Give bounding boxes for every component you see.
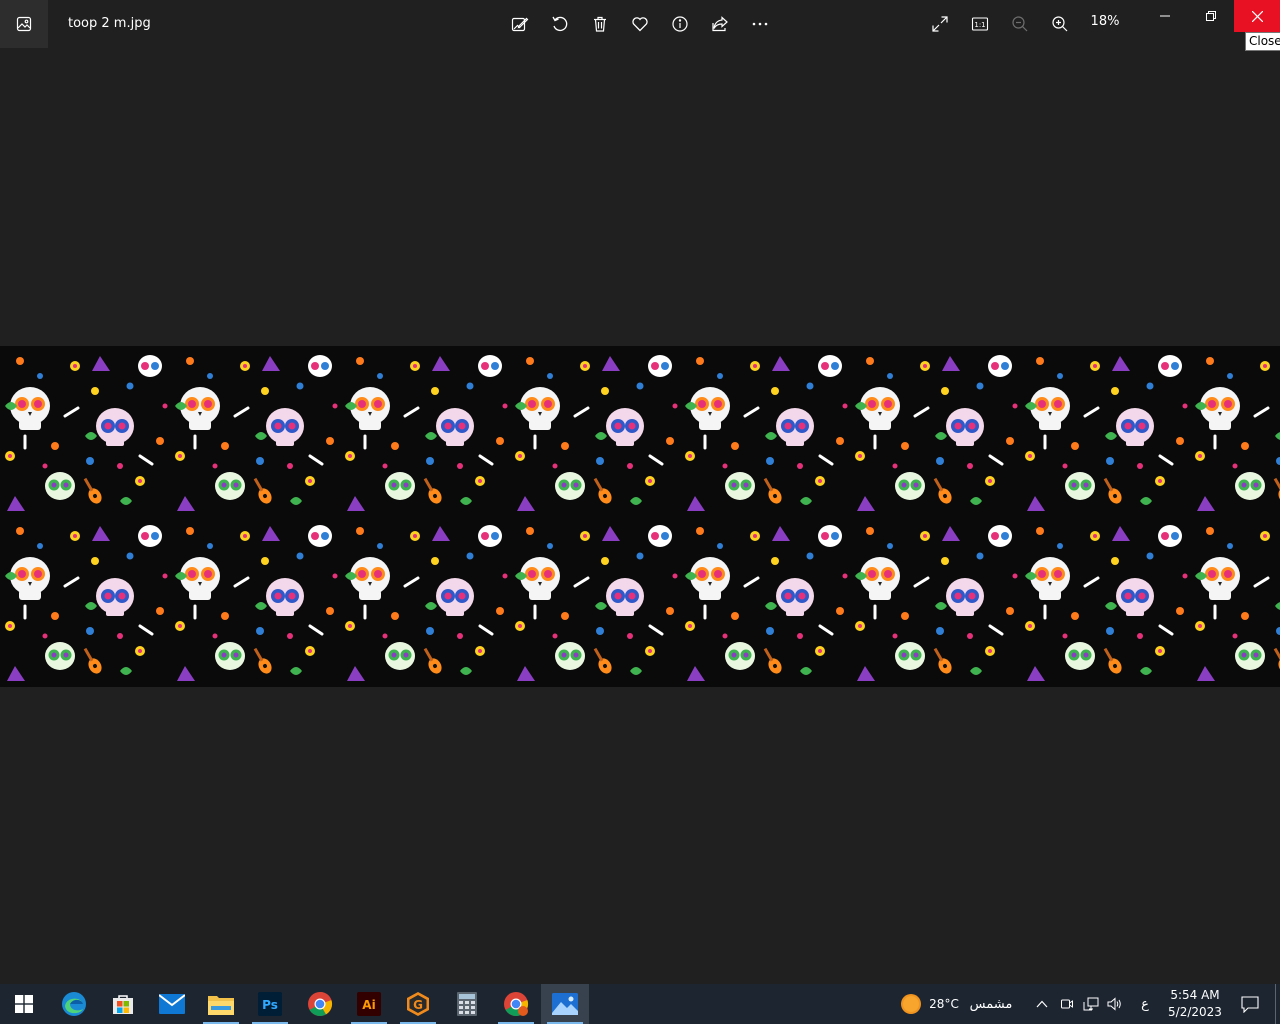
clock-date: 5/2/2023 [1168, 1005, 1222, 1019]
edit-image-icon [511, 17, 529, 32]
fullscreen-button[interactable] [920, 4, 960, 44]
show-desktop-button[interactable] [1275, 984, 1276, 1024]
minimize-icon [1160, 15, 1170, 17]
pattern-fill [0, 346, 1280, 687]
illustrator-glyph: Ai [362, 998, 375, 1012]
info-button[interactable] [660, 4, 700, 44]
photos-app-icon [16, 16, 32, 32]
edit-image-button[interactable] [500, 4, 540, 44]
actual-size-glyph: 1:1 [974, 21, 985, 29]
restore-button[interactable] [1188, 0, 1234, 32]
photos-app-button[interactable] [0, 0, 48, 48]
chrome-icon [308, 991, 333, 1017]
minimize-button[interactable] [1142, 0, 1188, 32]
taskbar-illustrator[interactable]: Ai [345, 984, 393, 1024]
weather-condition[interactable]: مشمس [966, 984, 1016, 1024]
sugar-skull-pattern-image [0, 346, 1280, 687]
displayed-photo[interactable] [0, 346, 1280, 687]
share-button[interactable] [700, 4, 740, 44]
g-app-icon: G [407, 992, 429, 1016]
more-options-button[interactable] [740, 4, 780, 44]
edge-icon [62, 992, 86, 1016]
network-button[interactable] [1080, 984, 1102, 1024]
windows-start-icon [15, 995, 33, 1013]
photoshop-glyph: Ps [262, 998, 278, 1012]
show-hidden-icons-button[interactable] [1030, 984, 1054, 1024]
action-center-button[interactable] [1230, 984, 1270, 1024]
close-button[interactable] [1234, 0, 1280, 32]
sunny-icon [901, 994, 921, 1014]
notification-icon [1241, 995, 1259, 1013]
taskbar-g-app[interactable]: G [394, 984, 442, 1024]
taskbar-store[interactable] [99, 984, 147, 1024]
store-icon [113, 995, 133, 1014]
photoshop-icon: Ps [258, 992, 282, 1016]
actual-size-icon: 1:1 [971, 17, 989, 31]
delete-button[interactable] [580, 4, 620, 44]
illustrator-icon: Ai [357, 992, 381, 1016]
photos-command-bar: toop 2 m.jpg 1:1 18% Close [0, 0, 1280, 51]
actual-size-button[interactable]: 1:1 [960, 4, 1000, 44]
input-language[interactable]: ع [1132, 984, 1158, 1024]
zoom-out-button[interactable] [1000, 4, 1040, 44]
favorite-button[interactable] [620, 4, 660, 44]
more-icon [752, 22, 768, 26]
zoom-level[interactable]: 18% [1084, 14, 1126, 34]
g-glyph: G [413, 998, 423, 1012]
file-name: toop 2 m.jpg [68, 16, 151, 31]
windows-taskbar: Ps Ai G 28°C مشمس ع 5:54 AM 5/2/2023 [0, 984, 1280, 1024]
fullscreen-icon [932, 16, 948, 32]
taskbar-photoshop[interactable]: Ps [246, 984, 294, 1024]
file-explorer-icon [208, 996, 234, 1015]
chevron-up-icon [1036, 1000, 1048, 1008]
weather-widget[interactable] [896, 984, 926, 1024]
taskbar-calculator[interactable] [443, 984, 491, 1024]
taskbar-clock[interactable]: 5:54 AM 5/2/2023 [1166, 987, 1224, 1021]
rotate-button[interactable] [540, 4, 580, 44]
delete-icon [594, 16, 606, 32]
rotate-icon [552, 16, 568, 32]
taskbar-chrome-profile[interactable] [492, 984, 540, 1024]
info-icon [672, 16, 688, 32]
weather-temperature[interactable]: 28°C [926, 984, 962, 1024]
zoom-in-icon [1052, 16, 1068, 32]
favorite-icon [632, 17, 648, 32]
photos-icon [552, 993, 578, 1015]
volume-button[interactable] [1104, 984, 1126, 1024]
restore-icon [1206, 11, 1216, 21]
meet-now-button[interactable] [1056, 984, 1078, 1024]
close-icon [1251, 10, 1263, 22]
chrome-profile-icon [504, 992, 529, 1017]
network-icon [1083, 997, 1099, 1011]
meet-now-icon [1061, 999, 1073, 1009]
taskbar-file-explorer[interactable] [197, 984, 245, 1024]
start-button[interactable] [0, 984, 48, 1024]
taskbar-photos[interactable] [541, 984, 589, 1024]
zoom-out-icon [1012, 16, 1028, 32]
calculator-icon [457, 992, 477, 1016]
taskbar-chrome[interactable] [296, 984, 344, 1024]
share-icon [712, 16, 728, 32]
clock-time: 5:54 AM [1170, 988, 1220, 1002]
mail-icon [159, 994, 185, 1014]
zoom-in-button[interactable] [1040, 4, 1080, 44]
taskbar-mail[interactable] [148, 984, 196, 1024]
taskbar-edge[interactable] [50, 984, 98, 1024]
volume-icon [1107, 997, 1121, 1011]
close-tooltip: Close [1245, 32, 1280, 51]
